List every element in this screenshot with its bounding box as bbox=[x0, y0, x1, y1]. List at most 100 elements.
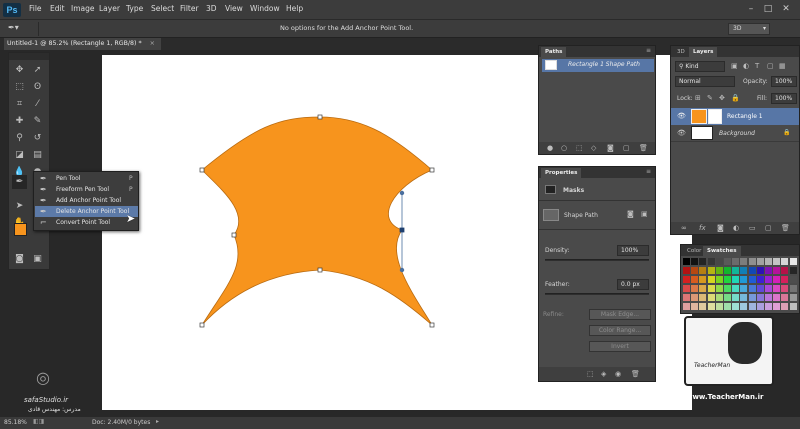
eyedropper-icon[interactable]: ⁄ bbox=[30, 97, 45, 111]
color-swatch[interactable] bbox=[773, 285, 781, 292]
color-swatch[interactable] bbox=[724, 276, 731, 283]
minimize-icon[interactable]: – bbox=[744, 3, 758, 17]
path-item-rectangle-1[interactable]: Rectangle 1 Shape Path bbox=[542, 59, 654, 72]
color-swatch[interactable] bbox=[683, 276, 690, 283]
color-swatch[interactable] bbox=[732, 303, 740, 310]
menu-help[interactable]: Help bbox=[286, 4, 303, 13]
panel-menu-icon[interactable]: ≡ bbox=[646, 47, 651, 54]
new-layer-icon[interactable]: ▢ bbox=[765, 224, 772, 232]
color-swatch[interactable] bbox=[715, 294, 723, 301]
blend-mode-select[interactable]: Normal bbox=[675, 76, 735, 87]
color-swatch[interactable] bbox=[781, 276, 789, 283]
pen-tool-preset-icon[interactable]: ✒▾ bbox=[8, 23, 19, 32]
eraser-icon[interactable]: ◪ bbox=[12, 148, 27, 162]
swatch-grid[interactable] bbox=[683, 258, 799, 313]
menu-file[interactable]: File bbox=[29, 4, 42, 13]
filter-type-icon[interactable]: T bbox=[755, 62, 759, 70]
color-swatch[interactable] bbox=[781, 303, 789, 310]
document-tab[interactable]: Untitled-1 @ 85.2% (Rectangle 1, RGB/8) … bbox=[4, 38, 161, 50]
color-swatch[interactable] bbox=[748, 294, 756, 301]
color-swatch[interactable] bbox=[740, 267, 748, 274]
color-swatch[interactable] bbox=[724, 267, 731, 274]
color-swatch[interactable] bbox=[765, 276, 772, 283]
color-swatch[interactable] bbox=[715, 258, 723, 265]
color-swatch[interactable] bbox=[691, 267, 699, 274]
maximize-icon[interactable]: □ bbox=[761, 3, 775, 17]
mask-edge-button[interactable]: Mask Edge... bbox=[589, 309, 651, 320]
healing-brush-icon[interactable]: ✚ bbox=[12, 114, 27, 128]
trash-icon[interactable]: 🗑 bbox=[639, 144, 648, 152]
move-icon[interactable]: ✥ bbox=[12, 63, 27, 77]
color-swatch[interactable] bbox=[715, 285, 723, 292]
color-swatch[interactable] bbox=[765, 258, 772, 265]
flyout-item-convert-point[interactable]: ⌐ Convert Point Tool bbox=[35, 217, 138, 228]
trash-icon[interactable]: 🗑 bbox=[781, 224, 790, 232]
color-swatch[interactable] bbox=[740, 276, 748, 283]
lock-position-icon[interactable]: ✥ bbox=[719, 94, 725, 102]
quick-mask-icon[interactable]: ◙ bbox=[12, 252, 27, 266]
adjustment-layer-icon[interactable]: ◐ bbox=[733, 224, 739, 232]
color-swatch[interactable] bbox=[724, 285, 731, 292]
color-swatch[interactable] bbox=[765, 267, 772, 274]
lock-transparent-icon[interactable]: ⊞ bbox=[695, 94, 701, 102]
filter-pixel-icon[interactable]: ▣ bbox=[731, 62, 738, 70]
color-swatch[interactable] bbox=[773, 258, 781, 265]
menu-window[interactable]: Window bbox=[250, 4, 280, 13]
layer-row-background[interactable]: 👁 Background 🔒 bbox=[671, 125, 799, 142]
color-swatch[interactable] bbox=[781, 294, 789, 301]
menu-edit[interactable]: Edit bbox=[50, 4, 65, 13]
add-vector-mask-icon[interactable]: ▣ bbox=[641, 210, 648, 218]
fx-icon[interactable]: fx bbox=[699, 224, 706, 232]
group-folder-icon[interactable]: ▭ bbox=[749, 224, 756, 232]
fill-path-icon[interactable]: ● bbox=[547, 144, 553, 152]
color-swatch[interactable] bbox=[691, 276, 699, 283]
screen-mode-icon[interactable]: ▣ bbox=[30, 252, 45, 266]
document-close-icon[interactable]: × bbox=[150, 40, 155, 47]
color-swatch[interactable] bbox=[756, 276, 764, 283]
color-swatch[interactable] bbox=[789, 276, 797, 283]
color-swatch[interactable] bbox=[740, 303, 748, 310]
load-selection-icon[interactable]: ⬚ bbox=[587, 370, 594, 378]
lock-all-icon[interactable]: 🔒 bbox=[731, 94, 740, 102]
fill-input[interactable]: 100% bbox=[771, 93, 797, 104]
color-swatch[interactable] bbox=[699, 294, 707, 301]
color-swatch[interactable] bbox=[683, 267, 690, 274]
color-swatch[interactable] bbox=[789, 258, 797, 265]
history-brush-icon[interactable]: ↺ bbox=[30, 131, 45, 145]
color-swatch[interactable] bbox=[707, 258, 715, 265]
menu-select[interactable]: Select bbox=[151, 4, 174, 13]
color-swatch[interactable] bbox=[699, 285, 707, 292]
color-swatch[interactable] bbox=[699, 267, 707, 274]
tab-layers[interactable]: Layers bbox=[689, 47, 718, 57]
color-swatch[interactable] bbox=[683, 258, 690, 265]
tab-properties[interactable]: Properties bbox=[541, 168, 582, 178]
vector-mask-thumbnail[interactable] bbox=[543, 209, 559, 221]
color-swatch[interactable] bbox=[773, 267, 781, 274]
add-pixel-mask-icon[interactable]: ◙ bbox=[627, 210, 634, 218]
status-nav-icon[interactable]: ◧◨ bbox=[33, 418, 44, 425]
color-swatch[interactable] bbox=[691, 258, 699, 265]
lock-image-icon[interactable]: ✎ bbox=[707, 94, 713, 102]
link-layers-icon[interactable]: ∞ bbox=[681, 224, 687, 232]
color-swatch[interactable] bbox=[724, 303, 731, 310]
brush-icon[interactable]: ✎ bbox=[30, 114, 45, 128]
color-swatch[interactable] bbox=[715, 303, 723, 310]
color-swatch[interactable] bbox=[683, 294, 690, 301]
feather-input[interactable]: 0.0 px bbox=[617, 279, 649, 290]
color-swatch[interactable] bbox=[707, 285, 715, 292]
color-swatch[interactable] bbox=[773, 303, 781, 310]
make-work-path-icon[interactable]: ◇ bbox=[591, 144, 596, 152]
menu-layer[interactable]: Layer bbox=[99, 4, 120, 13]
flyout-item-add-anchor[interactable]: ✒ Add Anchor Point Tool bbox=[35, 195, 138, 206]
color-swatch[interactable] bbox=[683, 303, 690, 310]
tab-swatches[interactable]: Swatches bbox=[703, 246, 741, 256]
load-selection-icon[interactable]: ⬚ bbox=[576, 144, 583, 152]
color-swatch[interactable] bbox=[699, 303, 707, 310]
color-swatch[interactable] bbox=[732, 294, 740, 301]
move-tool-icon[interactable]: ➚ bbox=[30, 63, 45, 77]
color-swatch[interactable] bbox=[691, 285, 699, 292]
close-icon[interactable]: ✕ bbox=[779, 3, 793, 17]
path-selection-icon[interactable]: ➤ bbox=[12, 199, 27, 213]
density-input[interactable]: 100% bbox=[617, 245, 649, 256]
density-slider[interactable] bbox=[545, 259, 649, 261]
